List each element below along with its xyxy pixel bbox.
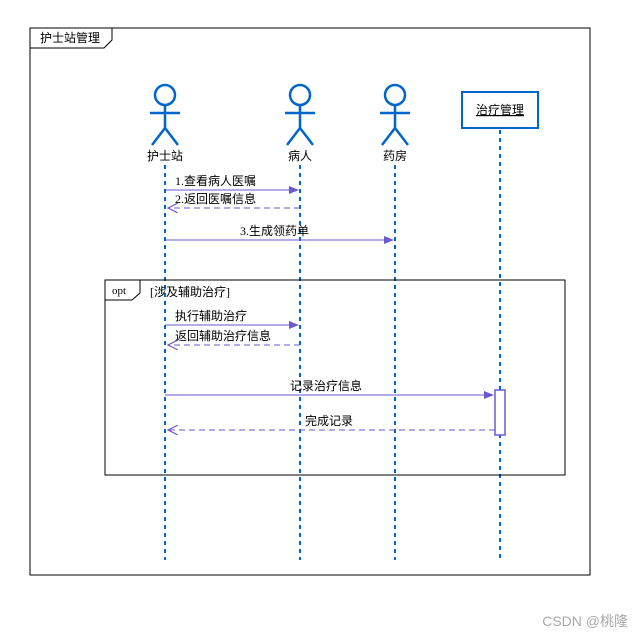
svg-text:返回辅助治疗信息: 返回辅助治疗信息 [175, 328, 271, 343]
actor-nurse: 护士站 [147, 85, 183, 163]
opt-frame [105, 280, 565, 475]
svg-text:病人: 病人 [288, 148, 312, 163]
watermark: CSDN @桃隆 [542, 611, 628, 631]
frame-title: 护士站管理 [40, 30, 100, 45]
svg-text:药房: 药房 [383, 148, 407, 163]
svg-text:护士站: 护士站 [147, 149, 183, 163]
svg-text:治疗管理: 治疗管理 [476, 102, 524, 117]
svg-text:3.生成领药单: 3.生成领药单 [240, 224, 309, 238]
svg-text:2.返回医嘱信息: 2.返回医嘱信息 [175, 191, 256, 206]
actor-patient: 病人 [285, 85, 315, 163]
opt-guard: [涉及辅助治疗] [150, 285, 230, 299]
opt-label: opt [112, 285, 126, 297]
participant-mgmt: 治疗管理 [462, 92, 538, 128]
svg-text:执行辅助治疗: 执行辅助治疗 [175, 309, 247, 323]
svg-text:1.查看病人医嘱: 1.查看病人医嘱 [175, 173, 256, 188]
svg-text:完成记录: 完成记录 [305, 413, 353, 428]
sequence-diagram: 护士站管理 护士站 病人 药房 治疗管理 [0, 0, 643, 639]
actor-pharmacy: 药房 [380, 85, 410, 163]
svg-text:记录治疗信息: 记录治疗信息 [290, 378, 362, 393]
activation-mgmt [495, 390, 505, 435]
